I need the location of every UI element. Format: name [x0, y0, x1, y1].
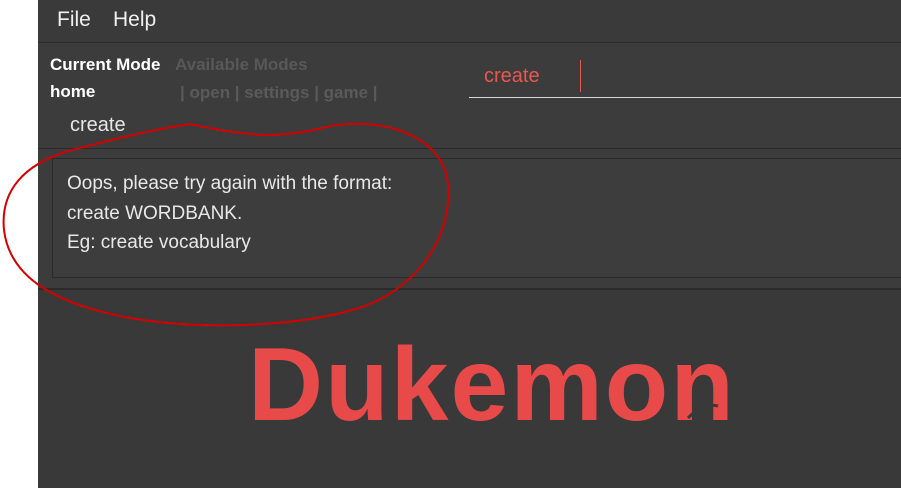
menu-help[interactable]: Help	[113, 8, 156, 32]
dukemon-logo: Dukemon	[248, 327, 736, 443]
result-display-panel: Oops, please try again with the format: …	[38, 148, 901, 287]
text-caret	[580, 60, 581, 92]
menu-file[interactable]: File	[57, 8, 91, 32]
available-modes-label: Available Modes	[175, 55, 308, 74]
result-display: Oops, please try again with the format: …	[52, 158, 901, 278]
main-content-panel: Dukemon	[38, 288, 901, 488]
available-modes-list: | open | settings | game |	[180, 83, 378, 102]
app-window: File Help Current Mode home Available Mo…	[38, 0, 901, 488]
command-input[interactable]	[469, 56, 901, 98]
command-echo: create	[70, 114, 126, 136]
logo-swirl-icon	[686, 403, 719, 420]
menu-bar: File Help	[38, 0, 901, 43]
desktop-background	[0, 0, 38, 488]
result-line-3: Eg: create vocabulary	[67, 232, 251, 253]
result-line-2: create WORDBANK.	[67, 203, 243, 224]
current-mode-value: home	[50, 82, 96, 101]
current-mode-label: Current Mode	[50, 55, 161, 74]
result-line-1: Oops, please try again with the format:	[67, 173, 393, 194]
